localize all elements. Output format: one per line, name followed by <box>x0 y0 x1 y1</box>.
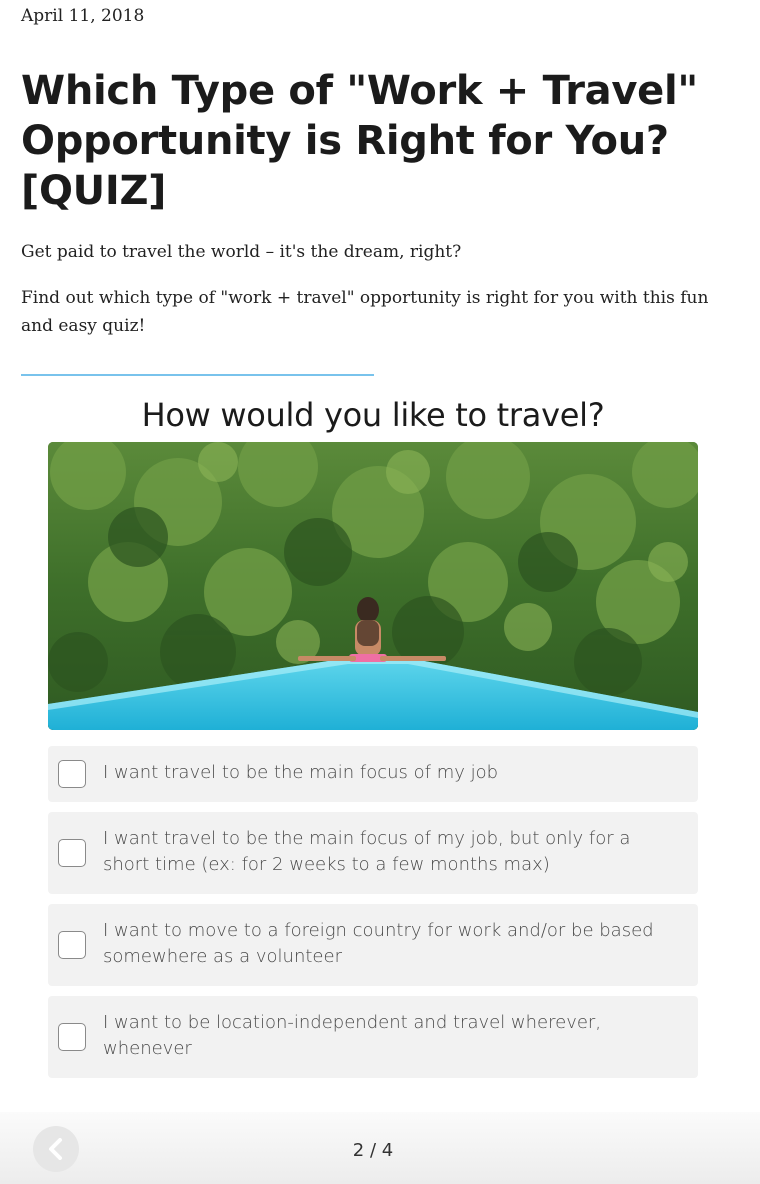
answer-label: I want to move to a foreign country for … <box>103 920 654 967</box>
checkbox[interactable] <box>58 760 86 788</box>
page-indicator: 2 / 4 <box>352 1140 394 1161</box>
article-title: Which Type of "Work + Travel" Opportunit… <box>21 68 698 214</box>
answer-option-3[interactable]: I want to move to a foreign country for … <box>48 904 698 986</box>
checkbox[interactable] <box>58 839 86 867</box>
answer-label: I want travel to be the main focus of my… <box>103 828 631 875</box>
answer-option-4[interactable]: I want to be location-independent and tr… <box>48 996 698 1078</box>
answer-option-1[interactable]: I want travel to be the main focus of my… <box>48 746 698 802</box>
question-image <box>48 442 698 730</box>
quiz-footer: 2 / 4 <box>0 1112 760 1184</box>
checkbox[interactable] <box>58 1023 86 1051</box>
answer-option-2[interactable]: I want travel to be the main focus of my… <box>48 812 698 894</box>
section-divider <box>21 374 374 376</box>
checkbox[interactable] <box>58 931 86 959</box>
intro-paragraph-1: Get paid to travel the world – it's the … <box>21 242 462 262</box>
answer-label: I want travel to be the main focus of my… <box>103 762 499 783</box>
article-date: April 11, 2018 <box>21 6 145 26</box>
quiz-question: How would you like to travel? <box>141 396 605 434</box>
answer-label: I want to be location-independent and tr… <box>103 1012 602 1059</box>
intro-paragraph-2: Find out which type of "work + travel" o… <box>21 288 709 336</box>
